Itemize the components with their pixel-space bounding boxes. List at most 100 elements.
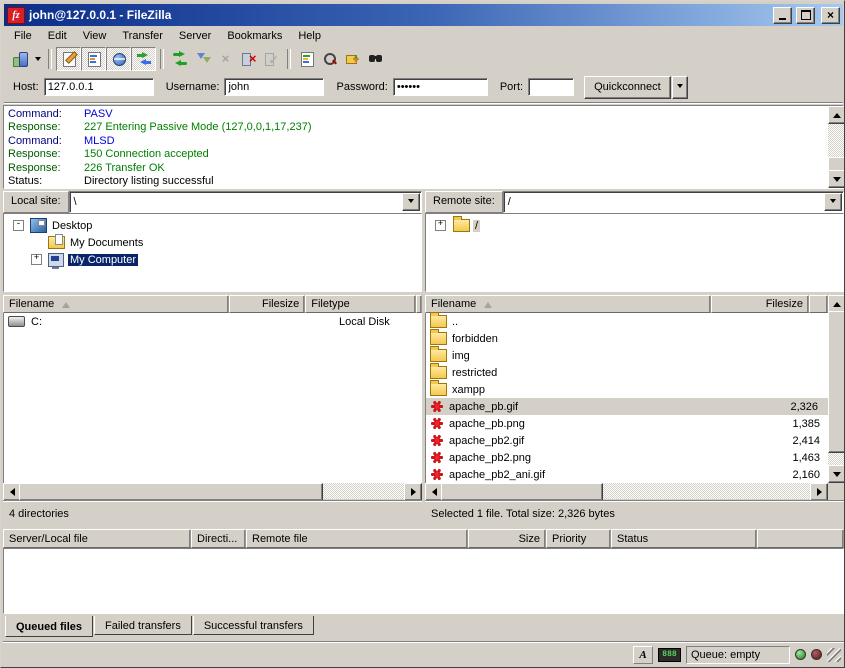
minimize-button[interactable]	[773, 7, 792, 24]
directory-comparison-icon	[345, 51, 361, 67]
resize-grip[interactable]	[827, 648, 841, 662]
tab-failed-transfers[interactable]: Failed transfers	[94, 616, 192, 635]
sort-ascending-icon	[484, 298, 492, 308]
toolbar: × × ✓	[4, 46, 843, 72]
scroll-down-button[interactable]	[828, 465, 845, 483]
column-last-modified[interactable]: L	[416, 295, 422, 313]
remote-file-row[interactable]: xampp	[426, 381, 828, 398]
expand-icon[interactable]: +	[31, 254, 42, 265]
host-input[interactable]	[44, 78, 154, 96]
maximize-button[interactable]	[796, 7, 815, 24]
image-file-icon	[429, 467, 445, 482]
remote-file-row[interactable]: restricted	[426, 364, 828, 381]
disconnect-button[interactable]: ×	[237, 48, 260, 70]
title-bar[interactable]: fz john@127.0.0.1 - FileZilla ×	[4, 4, 843, 26]
local-status-text: 4 directories	[9, 508, 69, 520]
expand-icon[interactable]: +	[435, 220, 446, 231]
remote-site-combobox[interactable]: /	[503, 191, 844, 213]
directory-comparison-button[interactable]	[341, 48, 364, 70]
remote-file-row[interactable]: apache_pb2.png 1,463	[426, 449, 828, 466]
remote-list-vscrollbar[interactable]	[828, 295, 844, 483]
toggle-remote-tree-button[interactable]	[106, 47, 131, 71]
remote-file-row-selected[interactable]: apache_pb.gif 2,326	[426, 398, 828, 415]
transfer-queue-icon	[136, 51, 152, 67]
filter-button[interactable]	[295, 48, 318, 70]
filezilla-window: fz john@127.0.0.1 - FileZilla × File Edi…	[0, 0, 845, 668]
remote-file-row[interactable]: img	[426, 347, 828, 364]
remote-status-bar: Selected 1 file. Total size: 2,326 bytes	[425, 500, 844, 526]
close-button[interactable]: ×	[821, 7, 840, 24]
column-direction[interactable]: Directi...	[191, 529, 246, 548]
chevron-down-icon	[677, 84, 683, 91]
remote-file-row[interactable]: forbidden	[426, 330, 828, 347]
column-filename[interactable]: Filename	[425, 295, 711, 313]
username-input[interactable]	[224, 78, 324, 96]
toggle-local-tree-button[interactable]	[81, 47, 106, 71]
site-manager-dropdown-button[interactable]	[31, 48, 44, 70]
password-input[interactable]	[393, 78, 488, 96]
local-site-dropdown-button[interactable]	[402, 193, 420, 211]
column-server-local-file[interactable]: Server/Local file	[3, 529, 191, 548]
speedlimit-icon[interactable]: 888	[658, 648, 681, 662]
port-input[interactable]	[528, 78, 574, 96]
column-size[interactable]: Size	[468, 529, 546, 548]
menu-help[interactable]: Help	[290, 27, 329, 45]
scrollbar-thumb[interactable]	[19, 483, 323, 501]
remote-file-row[interactable]: apache_pb2.gif 2,414	[426, 432, 828, 449]
log-scrollbar[interactable]	[828, 106, 844, 188]
menu-edit[interactable]: Edit	[40, 27, 75, 45]
site-manager-button[interactable]	[8, 48, 31, 70]
tree-item-my-computer[interactable]: + My Computer	[4, 251, 421, 268]
remote-file-row[interactable]: apache_pb.png 1,385	[426, 415, 828, 432]
filezilla-app-icon[interactable]: fz	[7, 7, 25, 24]
toggle-message-log-button[interactable]	[56, 47, 81, 71]
scroll-down-button[interactable]	[828, 170, 845, 188]
column-remote-file[interactable]: Remote file	[246, 529, 468, 548]
refresh-icon	[172, 51, 188, 67]
scroll-right-button[interactable]	[404, 483, 422, 501]
column-status[interactable]: Status	[611, 529, 757, 548]
remote-file-row[interactable]: ..	[426, 313, 828, 330]
reconnect-button: ✓	[260, 48, 283, 70]
remote-file-row[interactable]: apache_pb2_ani.gif 2,160	[426, 466, 828, 483]
process-queue-button[interactable]	[191, 48, 214, 70]
toggle-transfer-queue-button[interactable]	[131, 47, 156, 71]
column-filesize[interactable]: Filesize	[229, 295, 305, 313]
column-priority[interactable]: Priority	[546, 529, 611, 548]
tree-item-my-documents[interactable]: My Documents	[4, 234, 421, 251]
column-filename[interactable]: Filename	[3, 295, 229, 313]
tree-item-desktop[interactable]: - Desktop	[4, 217, 421, 234]
tab-successful-transfers[interactable]: Successful transfers	[193, 616, 314, 635]
synchronized-browsing-button[interactable]	[364, 48, 387, 70]
quickconnect-button[interactable]: Quickconnect	[584, 76, 671, 99]
local-list-hscrollbar[interactable]	[3, 483, 422, 499]
queue-size-panel: Queue: empty	[686, 646, 790, 664]
tree-item-root[interactable]: + /	[426, 217, 843, 234]
local-list-header: Filename Filesize Filetype L	[3, 295, 422, 313]
quickconnect-dropdown-button[interactable]	[672, 76, 688, 99]
scrollbar-thumb[interactable]	[441, 483, 603, 501]
local-site-combobox[interactable]: \	[69, 191, 422, 213]
toolbar-separator	[287, 49, 291, 69]
menu-bookmarks[interactable]: Bookmarks	[219, 27, 290, 45]
transfer-type-icon[interactable]: A	[633, 646, 653, 664]
remote-site-dropdown-button[interactable]	[824, 193, 842, 211]
queue-size-text: Queue: empty	[691, 649, 760, 661]
remote-list-hscrollbar[interactable]	[425, 483, 828, 499]
scroll-right-button[interactable]	[810, 483, 828, 501]
menu-transfer[interactable]: Transfer	[114, 27, 171, 45]
local-file-row[interactable]: C: Local Disk	[4, 313, 421, 330]
refresh-button[interactable]	[168, 48, 191, 70]
log-line: Response:150 Connection accepted	[8, 148, 843, 161]
menu-view[interactable]: View	[75, 27, 115, 45]
find-files-button[interactable]	[318, 48, 341, 70]
local-site-bar: Local site: \	[3, 191, 422, 213]
scrollbar-thumb[interactable]	[828, 311, 845, 453]
column-filetype[interactable]: Filetype	[305, 295, 416, 313]
collapse-icon[interactable]: -	[13, 220, 24, 231]
menu-file[interactable]: File	[6, 27, 40, 45]
scroll-up-button[interactable]	[828, 106, 845, 124]
menu-server[interactable]: Server	[171, 27, 219, 45]
tab-queued-files[interactable]: Queued files	[5, 616, 93, 637]
column-filesize[interactable]: Filesize	[711, 295, 809, 313]
